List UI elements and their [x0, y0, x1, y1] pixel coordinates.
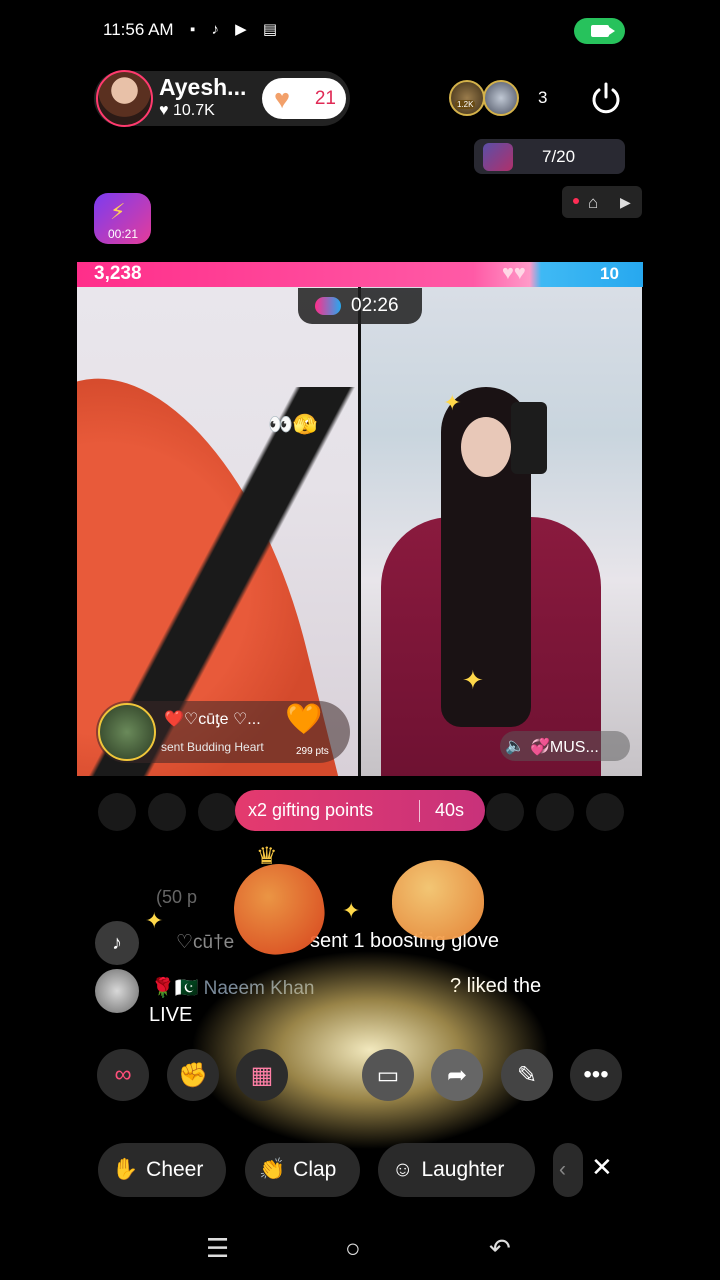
share-icon[interactable]: ➦: [431, 1049, 483, 1101]
battle-timer-text: 02:26: [351, 295, 399, 316]
comment-text: sent 1 boosting glove: [310, 930, 500, 952]
tiktok-icon: ♪: [95, 921, 139, 965]
status-time: 11:56 AM: [103, 20, 174, 39]
gifter-avatar[interactable]: [198, 793, 236, 831]
rank-text: 7/20: [542, 147, 576, 166]
close-icon[interactable]: ✕: [591, 1152, 613, 1183]
gifter-avatar[interactable]: [586, 793, 624, 831]
host-avatar[interactable]: [96, 70, 153, 127]
more-icon[interactable]: •••: [570, 1049, 622, 1101]
crown-icon: ♛: [256, 843, 278, 870]
rank-rose-icon: [483, 143, 513, 171]
comment-avatar[interactable]: [95, 969, 139, 1013]
viewer-count[interactable]: 3: [538, 88, 547, 108]
sparkle-icon: ✦: [462, 665, 484, 695]
sparkle-icon: ✦: [145, 908, 164, 933]
eyes-emoji-icon: 👀🫣: [268, 414, 318, 436]
battle-score-bar: [77, 262, 643, 287]
gifter-avatar[interactable]: [98, 793, 136, 831]
recent-apps-icon[interactable]: ☰: [206, 1233, 229, 1264]
gift-sender-avatar[interactable]: [98, 703, 156, 761]
gifter-avatar[interactable]: [536, 793, 574, 831]
right-video-panel[interactable]: [361, 287, 642, 776]
grid-icon[interactable]: ▦: [236, 1049, 288, 1101]
cheer-label: Cheer: [146, 1158, 204, 1181]
points-divider: [419, 800, 420, 822]
bar-heart-icon: ♥♥: [502, 262, 526, 284]
video-divider: [358, 287, 361, 776]
music-label: 💞MUS...: [530, 739, 599, 756]
clap-label: Clap: [293, 1158, 337, 1181]
comment-faded: (50 p: [156, 887, 198, 907]
viewer-avatar[interactable]: [483, 80, 519, 116]
laughter-button[interactable]: ☺ Laughter: [378, 1143, 535, 1197]
speaker-icon[interactable]: 🔈: [505, 736, 525, 756]
follow-button[interactable]: ♥ 21: [262, 78, 346, 119]
gifter-avatar[interactable]: [148, 793, 186, 831]
edit-icon[interactable]: ✎: [501, 1049, 553, 1101]
status-icons: ▪ ♪ ▶ ▤: [190, 21, 284, 38]
house-icon[interactable]: ⌂: [588, 193, 598, 213]
right-score: 10: [600, 264, 619, 283]
gifting-points-label: x2 gifting points: [248, 800, 374, 820]
sparkle-icon: ✦: [342, 898, 361, 923]
gifter-avatar[interactable]: [486, 793, 524, 831]
gifting-points-time: 40s: [435, 800, 465, 820]
host-name: Ayesh...: [159, 74, 247, 100]
cheer-button[interactable]: ✋ Cheer: [98, 1143, 226, 1197]
comment-username[interactable]: ♡cū†e: [176, 931, 234, 954]
gift-sender-name: ❤️♡cūƫe ♡...: [164, 711, 261, 728]
sparkle-icon: ✦: [443, 390, 462, 415]
camera-indicator-icon: [574, 18, 625, 44]
gift-glow-effect: [190, 950, 550, 1150]
host-likes: ♥ 10.7K: [159, 102, 215, 119]
budding-heart-gift-icon: 🧡: [285, 703, 323, 736]
left-score: 3,238: [94, 263, 142, 284]
heart-icon: ♥: [274, 84, 291, 114]
play-icon[interactable]: ▶: [620, 194, 631, 211]
laughter-label: Laughter: [421, 1158, 505, 1181]
boost-timer: 00:21: [108, 227, 139, 241]
viewer-avatar[interactable]: [449, 80, 485, 116]
live-dot-icon: [573, 198, 579, 204]
comment-text-line2: LIVE: [149, 1004, 193, 1026]
gift-points: 299 pts: [296, 746, 329, 757]
clap-icon: 👏: [259, 1158, 286, 1181]
back-icon[interactable]: ↶: [489, 1233, 511, 1264]
chat-icon[interactable]: ▭: [362, 1049, 414, 1101]
boxing-gloves-icon[interactable]: ✊: [167, 1049, 219, 1101]
battle-icon: [315, 297, 341, 315]
clap-button[interactable]: 👏 Clap: [245, 1143, 360, 1197]
viewer-badge: 1.2K: [455, 100, 476, 109]
home-icon[interactable]: ○: [345, 1233, 361, 1264]
power-icon[interactable]: [588, 80, 624, 116]
link-icon[interactable]: ∞: [97, 1049, 149, 1101]
gift-message: sent Budding Heart: [161, 740, 264, 754]
more-reactions-button[interactable]: ‹: [553, 1143, 583, 1197]
cheer-icon: ✋: [112, 1158, 139, 1181]
follow-count: 21: [314, 87, 336, 109]
heart-character-icon: [392, 860, 484, 940]
laughter-icon: ☺: [392, 1158, 414, 1181]
